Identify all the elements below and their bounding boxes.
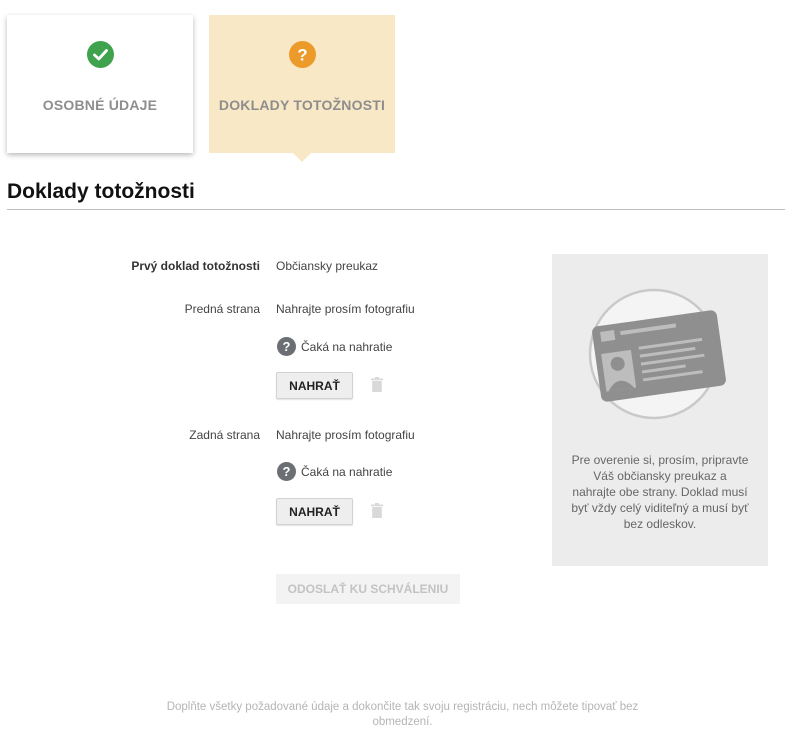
page-title: Doklady totožnosti [7,180,195,203]
back-side-label: Zadná strana [189,428,260,442]
status-text: Čaká na nahratie [301,464,393,479]
submit-for-approval-button[interactable]: ODOSLAŤ KU SCHVÁLENIU [276,574,460,604]
info-panel: Pre overenie si, prosím, pripravte Váš o… [552,254,768,566]
document-type-value: Občiansky preukaz [276,259,379,273]
back-upload-button[interactable]: NAHRAŤ [276,498,353,525]
document-type-label: Prvý doklad totožnosti [131,259,260,273]
trash-icon[interactable] [371,377,383,392]
front-upload-button[interactable]: NAHRAŤ [276,372,353,399]
registration-steps: OSOBNÉ ÚDAJE ? DOKLADY TOTOŽNOSTI [7,15,407,165]
question-circle-icon: ? [277,337,296,356]
question-circle-icon: ? [288,41,316,68]
divider [7,209,785,210]
back-side-prompt: Nahrajte prosím fotografiu [276,428,415,442]
svg-text:?: ? [297,46,307,65]
info-text: Pre overenie si, prosím, pripravte Váš o… [571,453,749,531]
trash-icon[interactable] [371,503,383,518]
front-side-label: Predná strana [184,302,260,316]
question-circle-icon: ? [277,462,296,481]
footer-note: Doplňte všetky požadované údaje a dokonč… [166,701,639,728]
step-personal-data[interactable]: OSOBNÉ ÚDAJE [7,15,193,153]
back-upload-status: ? Čaká na nahratie [277,462,392,481]
id-card-illustration [588,288,726,420]
status-text: Čaká na nahratie [301,339,393,354]
step-identity-documents[interactable]: ? DOKLADY TOTOŽNOSTI [209,15,395,162]
check-circle-icon [86,41,114,68]
step-label: DOKLADY TOTOŽNOSTI [218,97,386,113]
front-side-prompt: Nahrajte prosím fotografiu [276,302,415,316]
step-label: OSOBNÉ ÚDAJE [42,97,158,113]
front-upload-status: ? Čaká na nahratie [277,337,392,356]
